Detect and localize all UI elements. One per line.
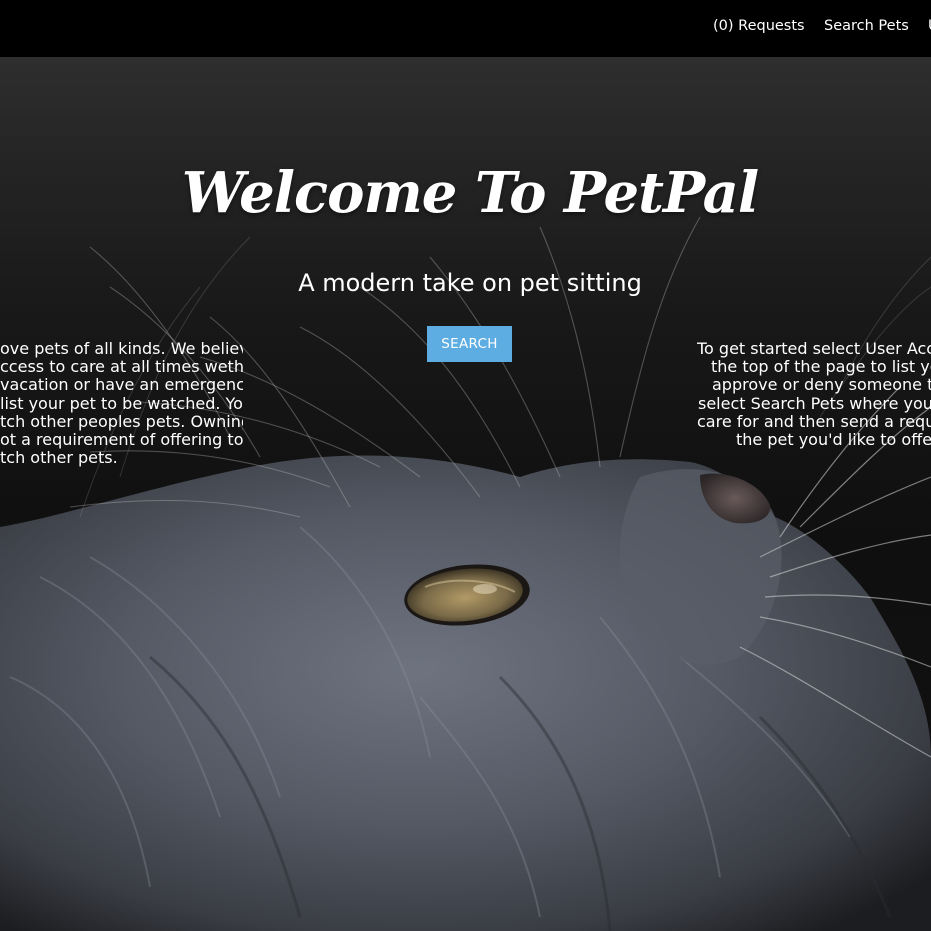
intro-right-line: the top of the page to list you xyxy=(711,357,931,377)
hero-section: Welcome To PetPal A modern take on pet s… xyxy=(0,57,931,931)
intro-right-line: care for and then send a reque xyxy=(697,411,931,431)
intro-text-right: To get started select User Acco the top … xyxy=(697,340,931,449)
hero-subtitle: A modern take on pet sitting xyxy=(298,269,642,297)
intro-right-line: select Search Pets where you c xyxy=(698,393,931,413)
intro-left-line: ot a requirement of offering to xyxy=(0,430,243,450)
intro-left-line: ccess to care at all times wether xyxy=(0,357,243,377)
intro-left-line: vacation or have an emergency. xyxy=(0,375,243,395)
intro-left-line: ove pets of all kinds. We believe xyxy=(0,340,243,358)
search-button[interactable]: SEARCH xyxy=(427,326,512,362)
intro-left-line: list your pet to be watched. You xyxy=(0,393,243,413)
intro-right-line: approve or deny someone to xyxy=(712,375,931,395)
intro-text-left: ove pets of all kinds. We believe ccess … xyxy=(0,340,243,467)
intro-left-line: tch other pets. xyxy=(0,448,118,468)
nav-requests-link[interactable]: (0) Requests xyxy=(713,18,805,34)
hero-title: Welcome To PetPal xyxy=(181,160,759,226)
intro-right-line: To get started select User Acco xyxy=(697,340,931,358)
intro-left-line: tch other peoples pets. Owning xyxy=(0,411,243,431)
top-navbar: (0) Requests Search Pets U xyxy=(0,0,931,57)
intro-right-line: the pet you'd like to offer xyxy=(736,430,931,450)
nav-search-pets-link[interactable]: Search Pets xyxy=(824,18,909,34)
